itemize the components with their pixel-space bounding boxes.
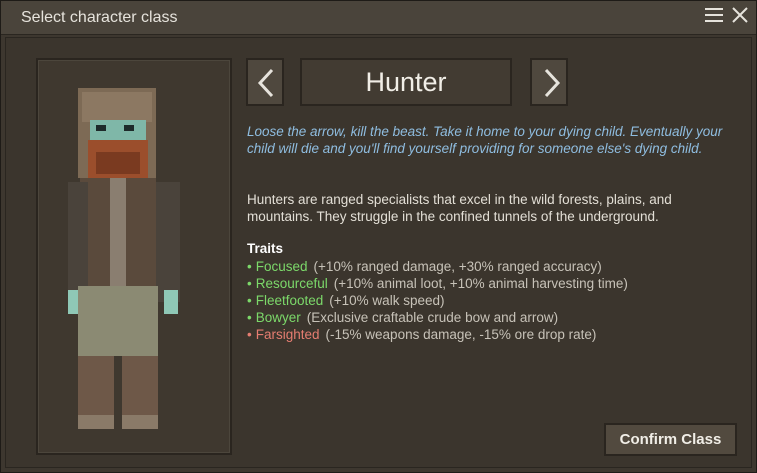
dialog-title: Select character class xyxy=(21,9,178,26)
hamburger-menu-icon[interactable] xyxy=(703,6,725,28)
trait-item: • Focused (+10% ranged damage, +30% ranged… xyxy=(247,259,602,274)
trait-name: Farsighted xyxy=(255,327,320,342)
close-icon[interactable] xyxy=(729,6,751,28)
trait-item: • Resourceful (+10% animal loot, +10% anim… xyxy=(247,276,628,291)
chevron-right-icon xyxy=(544,68,561,98)
character-class-dialog: Select character class Hunter Loose the … xyxy=(0,0,757,473)
traits-list: • Focused (+10% ranged damage, +30% ranged… xyxy=(247,258,628,343)
trait-name: Focused xyxy=(255,259,308,274)
trait-effect: (+10% animal loot, +10% animal harvestin… xyxy=(333,276,628,291)
title-bar: Select character class xyxy=(1,1,756,35)
traits-heading: Traits xyxy=(247,241,284,256)
character-model-image xyxy=(68,88,180,429)
trait-name: Resourceful xyxy=(255,276,328,291)
next-class-button[interactable] xyxy=(530,58,568,106)
trait-item: • Farsighted (-15% weapons damage, -15% or… xyxy=(247,327,597,342)
trait-item: • Fleetfooted (+10% walk speed) xyxy=(247,293,445,308)
prev-class-button[interactable] xyxy=(246,58,284,106)
trait-effect: (Exclusive craftable crude bow and arrow… xyxy=(306,310,559,325)
trait-effect: (+10% walk speed) xyxy=(329,293,445,308)
class-name: Hunter xyxy=(300,58,512,106)
chevron-left-icon xyxy=(257,68,274,98)
trait-name: Fleetfooted xyxy=(255,293,324,308)
class-lore: Loose the arrow, kill the beast. Take it… xyxy=(247,124,723,156)
trait-item: • Bowyer (Exclusive craftable crude bow an… xyxy=(247,310,559,325)
trait-effect: (-15% weapons damage, -15% ore drop rate… xyxy=(325,327,597,342)
trait-effect: (+10% ranged damage, +30% ranged accurac… xyxy=(313,259,602,274)
character-preview xyxy=(36,58,232,455)
confirm-class-button[interactable]: Confirm Class xyxy=(604,423,737,456)
class-description: Hunters are ranged specialists that exce… xyxy=(247,192,672,224)
trait-name: Bowyer xyxy=(255,310,301,325)
